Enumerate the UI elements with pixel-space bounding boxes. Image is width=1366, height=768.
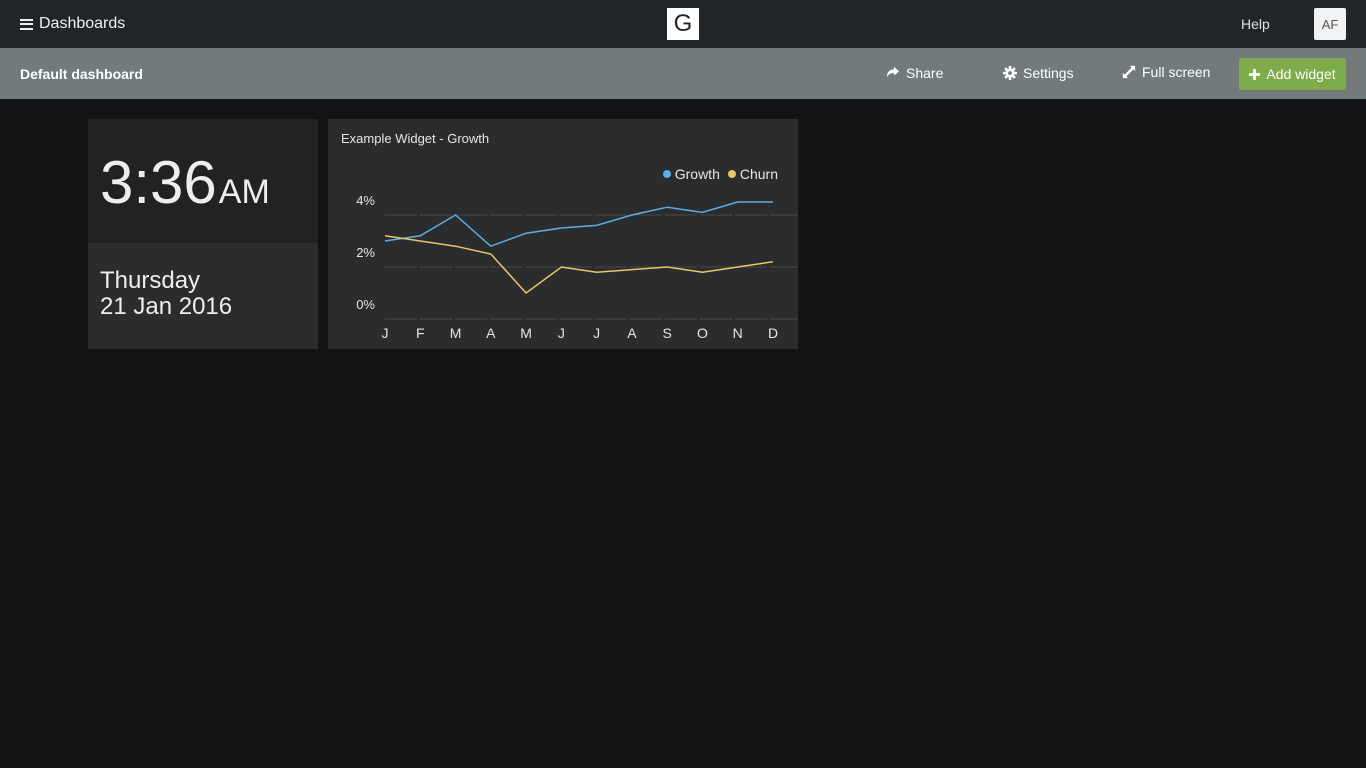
hamburger-icon [20,18,33,30]
dashboard-title: Default dashboard [20,66,143,82]
user-avatar[interactable]: AF [1314,8,1346,40]
clock-day: Thursday [100,267,201,294]
fullscreen-label: Full screen [1142,64,1211,80]
clock-time: 3:36 AM [100,153,270,213]
y-tick-label: 4% [356,193,375,208]
dashboards-menu-button[interactable]: Dashboards [20,12,125,36]
growth-chart-widget[interactable]: Example Widget - Growth Growth Churn 4% 2… [328,119,798,349]
x-tick-label: J [593,325,600,341]
x-tick-label: M [450,325,462,341]
x-tick-label: D [768,325,778,341]
clock-ampm: AM [218,173,270,211]
plus-icon [1249,68,1261,80]
dashboard-toolbar: Default dashboard Share Settings Full sc… [0,48,1366,99]
clock-date-panel: Thursday 21 Jan 2016 [88,243,318,349]
line-chart: 4% 2% 0% J F M A M J J A S O N D [356,193,798,341]
top-navbar: Dashboards G Help AF [0,0,1366,48]
x-tick-label: F [416,325,425,341]
series-line-churn [384,235,774,295]
y-tick-label: 0% [356,297,375,312]
expand-icon [1122,65,1136,79]
gear-icon [1003,66,1017,80]
x-tick-label: N [733,325,743,341]
x-tick-label: J [382,325,389,341]
series-line-growth [384,201,773,248]
x-tick-label: J [558,325,565,341]
help-link[interactable]: Help [1241,16,1270,32]
share-button[interactable]: Share [886,65,943,81]
x-tick-label: M [520,325,532,341]
settings-label: Settings [1023,65,1074,81]
x-tick-label: A [486,325,496,341]
x-tick-label: O [697,325,708,341]
fullscreen-button[interactable]: Full screen [1122,64,1210,80]
y-tick-label: 2% [356,245,375,260]
add-widget-label: Add widget [1266,66,1336,82]
clock-time-panel: 3:36 AM [88,119,318,243]
settings-button[interactable]: Settings [1003,65,1074,81]
clock-widget[interactable]: 3:36 AM Thursday 21 Jan 2016 [88,119,318,349]
x-tick-label: S [663,325,672,341]
share-icon [886,66,900,78]
add-widget-button[interactable]: Add widget [1239,58,1346,90]
clock-time-value: 3:36 [100,149,217,216]
clock-date: 21 Jan 2016 [100,293,233,320]
share-label: Share [906,65,944,81]
x-tick-label: A [627,325,637,341]
app-logo[interactable]: G [667,8,699,40]
dashboards-menu-label: Dashboards [39,15,126,32]
